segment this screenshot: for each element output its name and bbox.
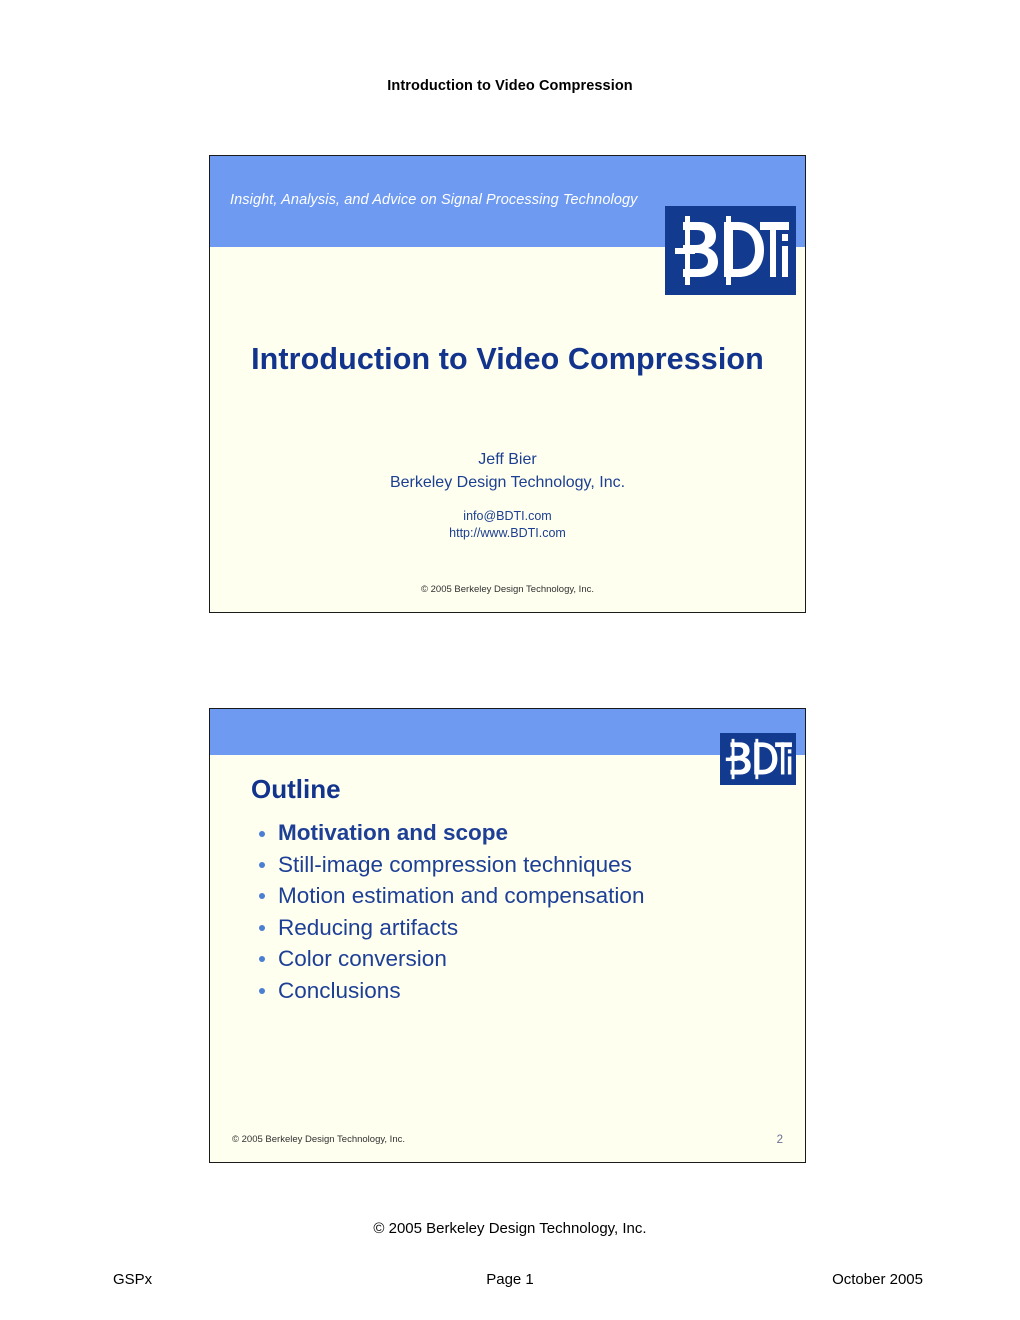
slide-outline-slide: Outline Motivation and scope Still-image… bbox=[209, 708, 806, 1163]
company-tagline: Insight, Analysis, and Advice on Signal … bbox=[230, 192, 638, 208]
slide-title-slide: Insight, Analysis, and Advice on Signal … bbox=[209, 155, 806, 613]
outline-bullet-list: Motivation and scope Still-image compres… bbox=[251, 817, 785, 1006]
bullet-dot-icon bbox=[259, 861, 265, 868]
list-item-label: Motivation and scope bbox=[278, 820, 509, 845]
author-block: Jeff Bier Berkeley Design Technology, In… bbox=[210, 449, 805, 494]
bdti-logo-icon bbox=[720, 733, 796, 785]
page-footer-right: October 2005 bbox=[832, 1271, 923, 1288]
slide-footer: © 2005 Berkeley Design Technology, Inc. … bbox=[232, 1134, 783, 1148]
bdti-logo-icon bbox=[665, 206, 796, 295]
slide-page-number: 2 bbox=[776, 1134, 783, 1146]
list-item-label: Reducing artifacts bbox=[278, 914, 459, 940]
author-name: Jeff Bier bbox=[478, 451, 537, 468]
list-item-label: Color conversion bbox=[278, 946, 447, 971]
bullet-dot-icon bbox=[259, 956, 265, 962]
contact-block: info@BDTI.com http://www.BDTI.com bbox=[210, 508, 805, 541]
author-company: Berkeley Design Technology, Inc. bbox=[389, 473, 626, 491]
contact-email: info@BDTI.com bbox=[463, 509, 552, 523]
list-item: Still-image compression techniques bbox=[251, 849, 785, 881]
list-item-label: Conclusions bbox=[278, 977, 401, 1003]
bullet-dot-icon bbox=[259, 831, 265, 837]
bullet-dot-icon bbox=[259, 893, 265, 899]
list-item: Color conversion bbox=[251, 943, 785, 975]
bullet-dot-icon bbox=[259, 987, 265, 994]
page-copyright: © 2005 Berkeley Design Technology, Inc. bbox=[373, 1220, 647, 1237]
list-item: Reducing artifacts bbox=[251, 912, 785, 944]
list-item-label: Motion estimation and compensation bbox=[278, 883, 645, 908]
slide-banner bbox=[210, 709, 805, 755]
list-item: Motivation and scope bbox=[251, 817, 785, 849]
page-running-head: Introduction to Video Compression bbox=[387, 78, 633, 94]
slide-title: Introduction to Video Compression bbox=[251, 342, 764, 376]
contact-url: http://www.BDTI.com bbox=[449, 525, 566, 540]
page-footer: GSPx Page 1 October 2005 bbox=[0, 1271, 1020, 1291]
bullet-dot-icon bbox=[259, 924, 265, 931]
slide-copyright: © 2005 Berkeley Design Technology, Inc. bbox=[421, 584, 594, 595]
list-item-label: Still-image compression techniques bbox=[278, 851, 632, 877]
list-item: Conclusions bbox=[251, 975, 785, 1007]
slide-title: Outline bbox=[251, 774, 341, 804]
slide-copyright: © 2005 Berkeley Design Technology, Inc. bbox=[232, 1134, 405, 1145]
list-item: Motion estimation and compensation bbox=[251, 880, 785, 912]
